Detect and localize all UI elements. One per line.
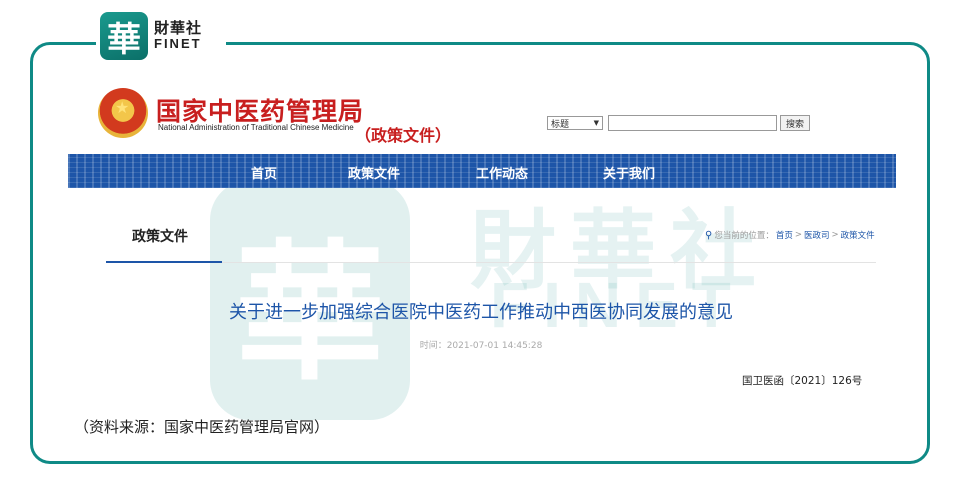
- breadcrumb-prefix: 您当前的位置：: [714, 231, 774, 241]
- finet-logo-icon: 華: [100, 12, 148, 60]
- breadcrumb-current[interactable]: 政策文件: [841, 229, 875, 241]
- main-nav: 首页 政策文件 工作动态 关于我们: [68, 154, 896, 188]
- finet-name-en: FINET: [154, 36, 202, 52]
- document-number: 国卫医函〔2021〕126号: [742, 375, 863, 387]
- nav-item-news[interactable]: 工作动态: [476, 163, 528, 182]
- search-type-value: 标题: [551, 119, 570, 130]
- nav-item-about[interactable]: 关于我们: [603, 163, 655, 182]
- search-type-select[interactable]: 标题 ▼: [547, 116, 603, 130]
- chevron-down-icon: ▼: [593, 119, 599, 127]
- search-input[interactable]: [608, 115, 777, 131]
- site-section-label: （政策文件）: [355, 126, 452, 145]
- section-tab-underline: [106, 261, 222, 263]
- publish-time: 时间：2021-07-01 14:45:28: [419, 341, 543, 351]
- site-title-en: National Administration of Traditional C…: [158, 123, 354, 132]
- source-note: （资料来源：国家中医药管理局官网）: [74, 418, 330, 436]
- finet-logo: 華 財華社 FINET: [100, 12, 202, 60]
- article-title: 关于进一步加强综合医院中医药工作推动中西医协同发展的意见: [229, 302, 733, 323]
- section-divider: [222, 262, 876, 263]
- national-emblem-icon: ★: [98, 88, 148, 138]
- breadcrumb-home[interactable]: 首页: [776, 229, 793, 241]
- breadcrumb-sep: >: [831, 230, 839, 240]
- finet-name-cn: 財華社: [154, 19, 203, 38]
- location-pin-icon: ⚲: [705, 229, 713, 241]
- breadcrumb: ⚲ 您当前的位置： 首页 > 医政司 > 政策文件: [705, 229, 875, 242]
- nav-item-home[interactable]: 首页: [251, 163, 277, 182]
- section-tab[interactable]: 政策文件: [132, 226, 188, 246]
- breadcrumb-dept[interactable]: 医政司: [804, 229, 830, 241]
- breadcrumb-sep: >: [794, 230, 802, 240]
- search-button[interactable]: 搜索: [780, 115, 810, 131]
- nav-item-policy[interactable]: 政策文件: [348, 163, 400, 182]
